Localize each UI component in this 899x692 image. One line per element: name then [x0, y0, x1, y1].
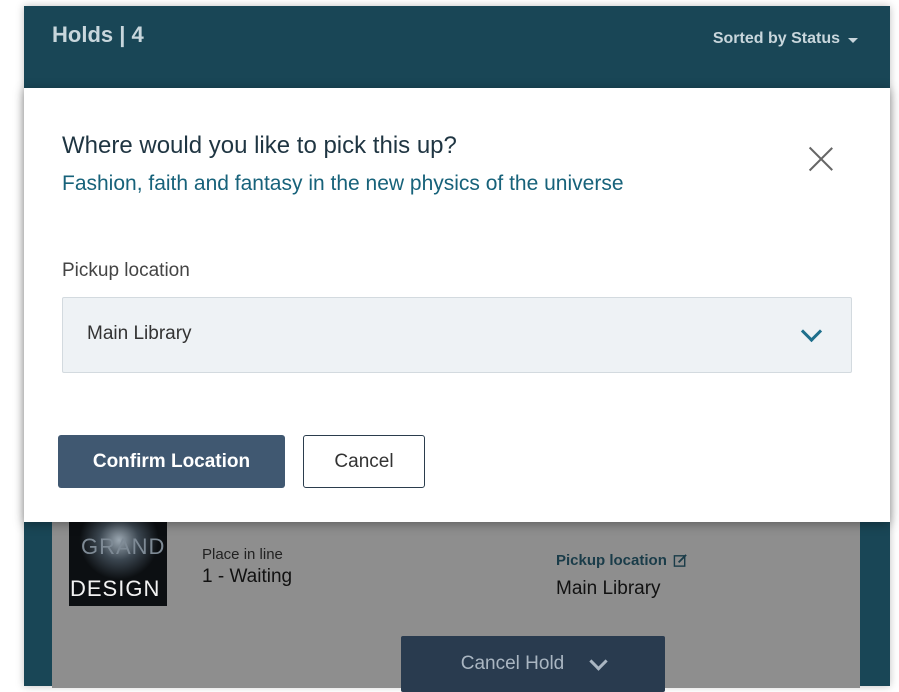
cover-word-2: DESIGN [70, 576, 161, 601]
place-in-line-label: Place in line [202, 546, 283, 563]
chevron-down-icon [800, 320, 823, 343]
holds-title: Holds | 4 [52, 22, 144, 47]
pickup-location-select[interactable]: Main Library [62, 297, 852, 373]
selected-location: Main Library [87, 323, 192, 344]
pickup-location-label: Pickup location [556, 552, 667, 569]
chevron-down-icon [589, 651, 608, 671]
cancel-hold-button[interactable]: Cancel Hold [401, 636, 665, 692]
book-cover[interactable]: GRAND DESIGN [69, 520, 167, 606]
pickup-location-dialog: Where would you like to pick this up? Fa… [24, 88, 890, 522]
caret-down-icon [848, 37, 858, 43]
holds-header: Holds | 4 Sorted by Status [24, 6, 890, 88]
pickup-location-field-label: Pickup location [62, 260, 190, 281]
dialog-title: Where would you like to pick this up? [62, 132, 457, 159]
sort-label: Sorted by Status [712, 30, 840, 47]
cancel-button[interactable]: Cancel [303, 435, 425, 488]
pickup-location-link[interactable]: Pickup location [556, 552, 688, 569]
edit-icon [673, 554, 687, 567]
cancel-hold-label: Cancel Hold [460, 653, 565, 674]
sort-dropdown[interactable]: Sorted by Status [713, 30, 858, 48]
pickup-location-value: Main Library [556, 578, 661, 599]
confirm-location-button[interactable]: Confirm Location [58, 435, 285, 488]
place-in-line-value: 1 - Waiting [202, 566, 293, 587]
dialog-subtitle: Fashion, faith and fantasy in the new ph… [62, 172, 624, 195]
cover-word-1: GRAND [81, 534, 166, 559]
close-icon[interactable] [808, 146, 834, 172]
